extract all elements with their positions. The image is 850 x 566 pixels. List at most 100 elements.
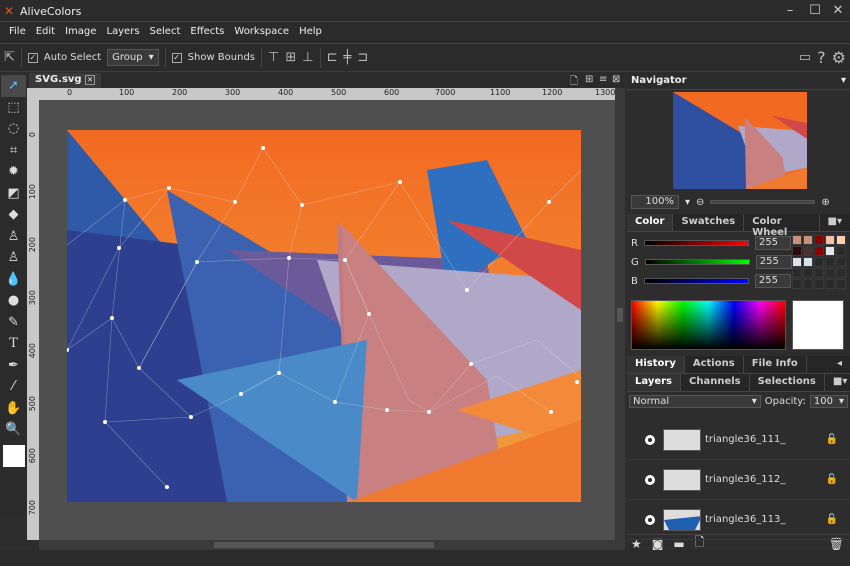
swatch-cell[interactable] bbox=[825, 246, 835, 256]
layer-row[interactable]: triangle36_113_ 🔓 bbox=[627, 500, 850, 540]
zoom-dropdown-icon[interactable]: ▾ bbox=[685, 197, 690, 208]
tile-icon[interactable]: ⊞ bbox=[585, 74, 593, 85]
swatch-cell[interactable] bbox=[814, 235, 824, 245]
align-left-icon[interactable]: ⊏ bbox=[327, 50, 338, 65]
align-hcenter-icon[interactable]: ╪ bbox=[343, 50, 351, 65]
menu-layers[interactable]: Layers bbox=[101, 22, 144, 43]
tab-color-wheel[interactable]: Color Wheel bbox=[744, 214, 820, 238]
navigator-preview[interactable] bbox=[627, 90, 850, 193]
settings-gear-icon[interactable]: ⚙ bbox=[832, 48, 846, 67]
swatch-cell[interactable] bbox=[836, 235, 846, 245]
foreground-color-swatch[interactable] bbox=[2, 444, 25, 467]
align-vcenter-icon[interactable]: ⊞ bbox=[285, 50, 296, 65]
swatch-cell[interactable] bbox=[836, 279, 846, 289]
blue-value[interactable]: 255 bbox=[754, 274, 791, 288]
help-icon[interactable]: ? bbox=[817, 48, 826, 67]
close-document-icon[interactable]: ⊠ bbox=[612, 74, 620, 85]
feedback-icon[interactable]: ▭ bbox=[799, 50, 811, 65]
zoom-tool-icon[interactable]: 🔍 bbox=[5, 419, 21, 441]
hand-tool-icon[interactable]: ✋ bbox=[5, 398, 21, 420]
swatch-cell[interactable] bbox=[825, 257, 835, 267]
navigator-thumbnail[interactable] bbox=[650, 92, 830, 189]
align-top-icon[interactable]: ⊤ bbox=[268, 50, 279, 65]
green-slider[interactable] bbox=[644, 259, 750, 265]
visibility-icon[interactable] bbox=[645, 514, 655, 525]
menu-effects[interactable]: Effects bbox=[185, 22, 229, 43]
opacity-field[interactable]: 100 ▾ bbox=[809, 394, 848, 408]
tab-color[interactable]: Color bbox=[627, 214, 674, 231]
vertical-scrollbar[interactable] bbox=[615, 88, 625, 540]
swatch-cell[interactable] bbox=[825, 279, 835, 289]
layer-row[interactable]: triangle36_111_ 🔓 bbox=[627, 420, 850, 460]
menu-workspace[interactable]: Workspace bbox=[229, 22, 294, 43]
horizontal-scrollbar[interactable] bbox=[39, 540, 625, 550]
swatch-cell[interactable] bbox=[836, 257, 846, 267]
clone-stamp-tool-icon[interactable]: ♙ bbox=[8, 226, 20, 248]
swatch-cell[interactable] bbox=[792, 268, 802, 278]
swatch-cell[interactable] bbox=[836, 268, 846, 278]
color-spectrum[interactable] bbox=[631, 300, 786, 350]
document-tab[interactable]: SVG.svg ✕ bbox=[29, 73, 101, 88]
swatch-cell[interactable] bbox=[825, 235, 835, 245]
tab-actions[interactable]: Actions bbox=[685, 356, 744, 373]
close-button[interactable]: ✕ bbox=[828, 3, 848, 18]
tab-history[interactable]: History bbox=[627, 356, 685, 373]
tab-file-info[interactable]: File Info bbox=[744, 356, 807, 373]
swatch-cell[interactable] bbox=[792, 279, 802, 289]
red-value[interactable]: 255 bbox=[754, 236, 791, 250]
auto-select-checkbox[interactable]: ✓ bbox=[27, 52, 38, 63]
align-bottom-icon[interactable]: ⊥ bbox=[302, 50, 313, 65]
marquee-tool-icon[interactable]: ⬚ bbox=[7, 97, 19, 119]
zoom-out-icon[interactable]: ⊖ bbox=[696, 197, 704, 208]
lasso-tool-icon[interactable]: ◌ bbox=[8, 118, 19, 140]
blue-slider[interactable] bbox=[643, 278, 749, 284]
move-tool-icon[interactable]: ➚ bbox=[1, 75, 26, 97]
document-canvas-image[interactable] bbox=[67, 130, 581, 502]
blend-mode-dropdown[interactable]: Normal ▾ bbox=[629, 394, 761, 408]
swatch-cell[interactable] bbox=[814, 257, 824, 267]
swatch-cell[interactable] bbox=[792, 235, 802, 245]
brush-tool-icon[interactable]: ✎ bbox=[8, 312, 19, 334]
panel-menu-icon[interactable]: ▾ bbox=[841, 75, 846, 86]
unlock-icon[interactable]: 🔓 bbox=[826, 514, 838, 525]
tab-channels[interactable]: Channels bbox=[681, 374, 750, 391]
swatch-cell[interactable] bbox=[836, 246, 846, 256]
fill-tool-icon[interactable]: ◆ bbox=[9, 204, 19, 226]
blur-tool-icon[interactable]: 💧 bbox=[5, 269, 21, 291]
brush-splash-tool-icon[interactable]: ✹ bbox=[8, 161, 19, 183]
menu-help[interactable]: Help bbox=[294, 22, 327, 43]
minimize-button[interactable]: – bbox=[780, 3, 800, 18]
eyedropper-tool-icon[interactable]: ⁄ bbox=[12, 376, 14, 398]
layer-row[interactable]: triangle36_112_ 🔓 bbox=[627, 460, 850, 500]
close-tab-icon[interactable]: ✕ bbox=[85, 75, 95, 85]
zoom-slider[interactable] bbox=[710, 200, 816, 204]
zoom-in-icon[interactable]: ⊕ bbox=[821, 197, 829, 208]
swatch-cell[interactable] bbox=[803, 279, 813, 289]
pattern-stamp-tool-icon[interactable]: ♙ bbox=[8, 247, 20, 269]
unlock-icon[interactable]: 🔓 bbox=[826, 434, 838, 445]
crop-tool-icon[interactable]: ⌗ bbox=[10, 140, 17, 162]
swatch-cell[interactable] bbox=[803, 257, 813, 267]
swatch-cell[interactable] bbox=[814, 279, 824, 289]
tab-swatches[interactable]: Swatches bbox=[673, 214, 745, 231]
dodge-tool-icon[interactable]: ● bbox=[8, 290, 19, 312]
menu-file[interactable]: File bbox=[4, 22, 31, 43]
swatch-cell[interactable] bbox=[825, 268, 835, 278]
tab-layers[interactable]: Layers bbox=[627, 374, 681, 391]
swatch-cell[interactable] bbox=[814, 268, 824, 278]
swatch-cell[interactable] bbox=[792, 257, 802, 267]
recent-swatches[interactable] bbox=[792, 235, 846, 289]
unlock-icon[interactable]: 🔓 bbox=[826, 474, 838, 485]
visibility-icon[interactable] bbox=[645, 434, 655, 445]
collapse-icon[interactable]: ◂ bbox=[829, 356, 850, 373]
text-tool-icon[interactable]: T bbox=[9, 333, 18, 355]
maximize-button[interactable]: ☐ bbox=[805, 3, 825, 18]
menu-edit[interactable]: Edit bbox=[31, 22, 60, 43]
group-dropdown[interactable]: Group ▾ bbox=[107, 49, 159, 66]
swatch-cell[interactable] bbox=[803, 246, 813, 256]
align-right-icon[interactable]: ⊐ bbox=[357, 50, 368, 65]
list-icon[interactable]: ≡ bbox=[599, 74, 607, 85]
red-slider[interactable] bbox=[643, 240, 749, 246]
panel-menu-icon[interactable]: ■▾ bbox=[820, 214, 850, 231]
menu-image[interactable]: Image bbox=[60, 22, 101, 43]
